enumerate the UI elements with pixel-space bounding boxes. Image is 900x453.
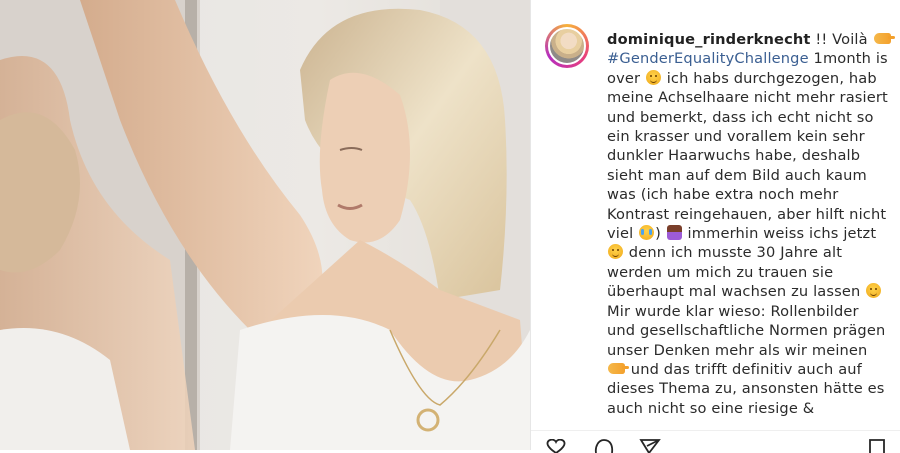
caption-line: ein krasser und vorallem kein sehr <box>607 127 892 146</box>
caption-line: over ich habs durchgezogen, hab <box>607 69 892 88</box>
hashtag-link[interactable]: #GenderEqualityChallenge <box>607 50 809 67</box>
hand-emoji-icon <box>873 33 895 44</box>
caption-line: und bemerkt, dass ich echt nicht so <box>607 108 892 127</box>
avatar[interactable] <box>548 27 586 65</box>
person-emoji-icon <box>666 225 682 241</box>
caption-text: viel <box>607 225 639 243</box>
caption-text: ein krasser und vorallem kein sehr <box>607 128 865 146</box>
username-link[interactable]: dominique_rinderknecht <box>607 31 811 48</box>
comment-icon[interactable] <box>593 439 615 453</box>
caption-line: sieht man auf dem Bild auch kaum <box>607 166 892 185</box>
heart-icon[interactable] <box>545 439 567 453</box>
caption-text: ich habs durchgezogen, hab <box>661 69 877 87</box>
caption-line: und gesellschaftliche Normen prägen <box>607 321 892 340</box>
caption-text: Kontrast reingehauen, aber hilft nicht <box>607 205 887 223</box>
caption-line: dunkler Haarwuchs habe, deshalb <box>607 146 892 165</box>
caption-text: überhaupt mal wachsen zu lassen <box>607 283 866 301</box>
caption-line: und das trifft definitiv auch auf <box>607 360 892 379</box>
caption-text: dieses Thema zu, ansonsten hätte es <box>607 380 885 398</box>
instagram-post: dominique_rinderknecht !! Voilà #GenderE… <box>0 0 900 453</box>
caption-text: ) <box>655 225 666 243</box>
bookmark-icon[interactable] <box>867 439 887 453</box>
face-emoji-icon <box>608 244 623 260</box>
face-emoji-icon <box>645 69 661 85</box>
caption-line: Kontrast reingehauen, aber hilft nicht <box>607 205 892 224</box>
caption-text: meine Achselhaare nicht mehr rasiert <box>607 89 888 107</box>
caption-text: werden um mich zu trauen sie <box>607 263 834 281</box>
caption-text: sieht man auf dem Bild auch kaum <box>607 166 867 184</box>
action-bar <box>531 430 900 453</box>
caption-line: unser Denken mehr als wir meinen <box>607 341 892 360</box>
caption-line: dominique_rinderknecht !! Voilà <box>607 30 895 49</box>
caption-line: werden um mich zu trauen sie <box>607 263 892 282</box>
cry-emoji-icon <box>639 225 655 241</box>
caption-text: immerhin weiss ichs jetzt <box>682 225 877 243</box>
hand-emoji-icon <box>608 362 629 374</box>
caption-line: dieses Thema zu, ansonsten hätte es <box>607 379 892 398</box>
caption-line: auch nicht so eine riesige & <box>607 399 892 418</box>
caption-line: denn ich musste 30 Jahre alt <box>607 243 892 262</box>
caption-text: 1month is <box>808 50 888 68</box>
post-caption: dominique_rinderknecht !! Voilà #GenderE… <box>607 30 895 418</box>
post-sidebar: dominique_rinderknecht !! Voilà #GenderE… <box>530 0 900 453</box>
caption-line: #GenderEqualityChallenge 1month is <box>607 49 892 68</box>
caption-text: denn ich musste 30 Jahre alt <box>624 244 843 262</box>
caption-line: meine Achselhaare nicht mehr rasiert <box>607 88 892 107</box>
caption-text: over <box>607 69 645 87</box>
caption-line: Mir wurde klar wieso: Rollenbilder <box>607 302 892 321</box>
caption-text: und das trifft definitiv auch auf <box>626 360 862 378</box>
share-icon[interactable] <box>639 439 661 453</box>
caption-text: dunkler Haarwuchs habe, deshalb <box>607 147 861 165</box>
photo-illustration <box>0 0 530 450</box>
caption-text: auch nicht so eine riesige & <box>607 399 815 417</box>
caption-line: was (ich habe extra noch mehr <box>607 185 892 204</box>
caption-text: Mir wurde klar wieso: Rollenbilder <box>607 302 859 320</box>
caption-line: überhaupt mal wachsen zu lassen <box>607 282 892 301</box>
caption-text: unser Denken mehr als wir meinen <box>607 341 868 359</box>
post-photo[interactable] <box>0 0 530 450</box>
avatar-story-ring[interactable] <box>545 24 589 68</box>
caption-line: viel ) immerhin weiss ichs jetzt <box>607 224 892 243</box>
face-emoji-icon <box>866 283 882 299</box>
caption-text: und bemerkt, dass ich echt nicht so <box>607 108 874 126</box>
caption-text: was (ich habe extra noch mehr <box>607 186 839 204</box>
caption-area: dominique_rinderknecht !! Voilà #GenderE… <box>545 22 895 422</box>
caption-text: und gesellschaftliche Normen prägen <box>607 322 886 340</box>
caption-text: !! Voilà <box>810 31 873 48</box>
